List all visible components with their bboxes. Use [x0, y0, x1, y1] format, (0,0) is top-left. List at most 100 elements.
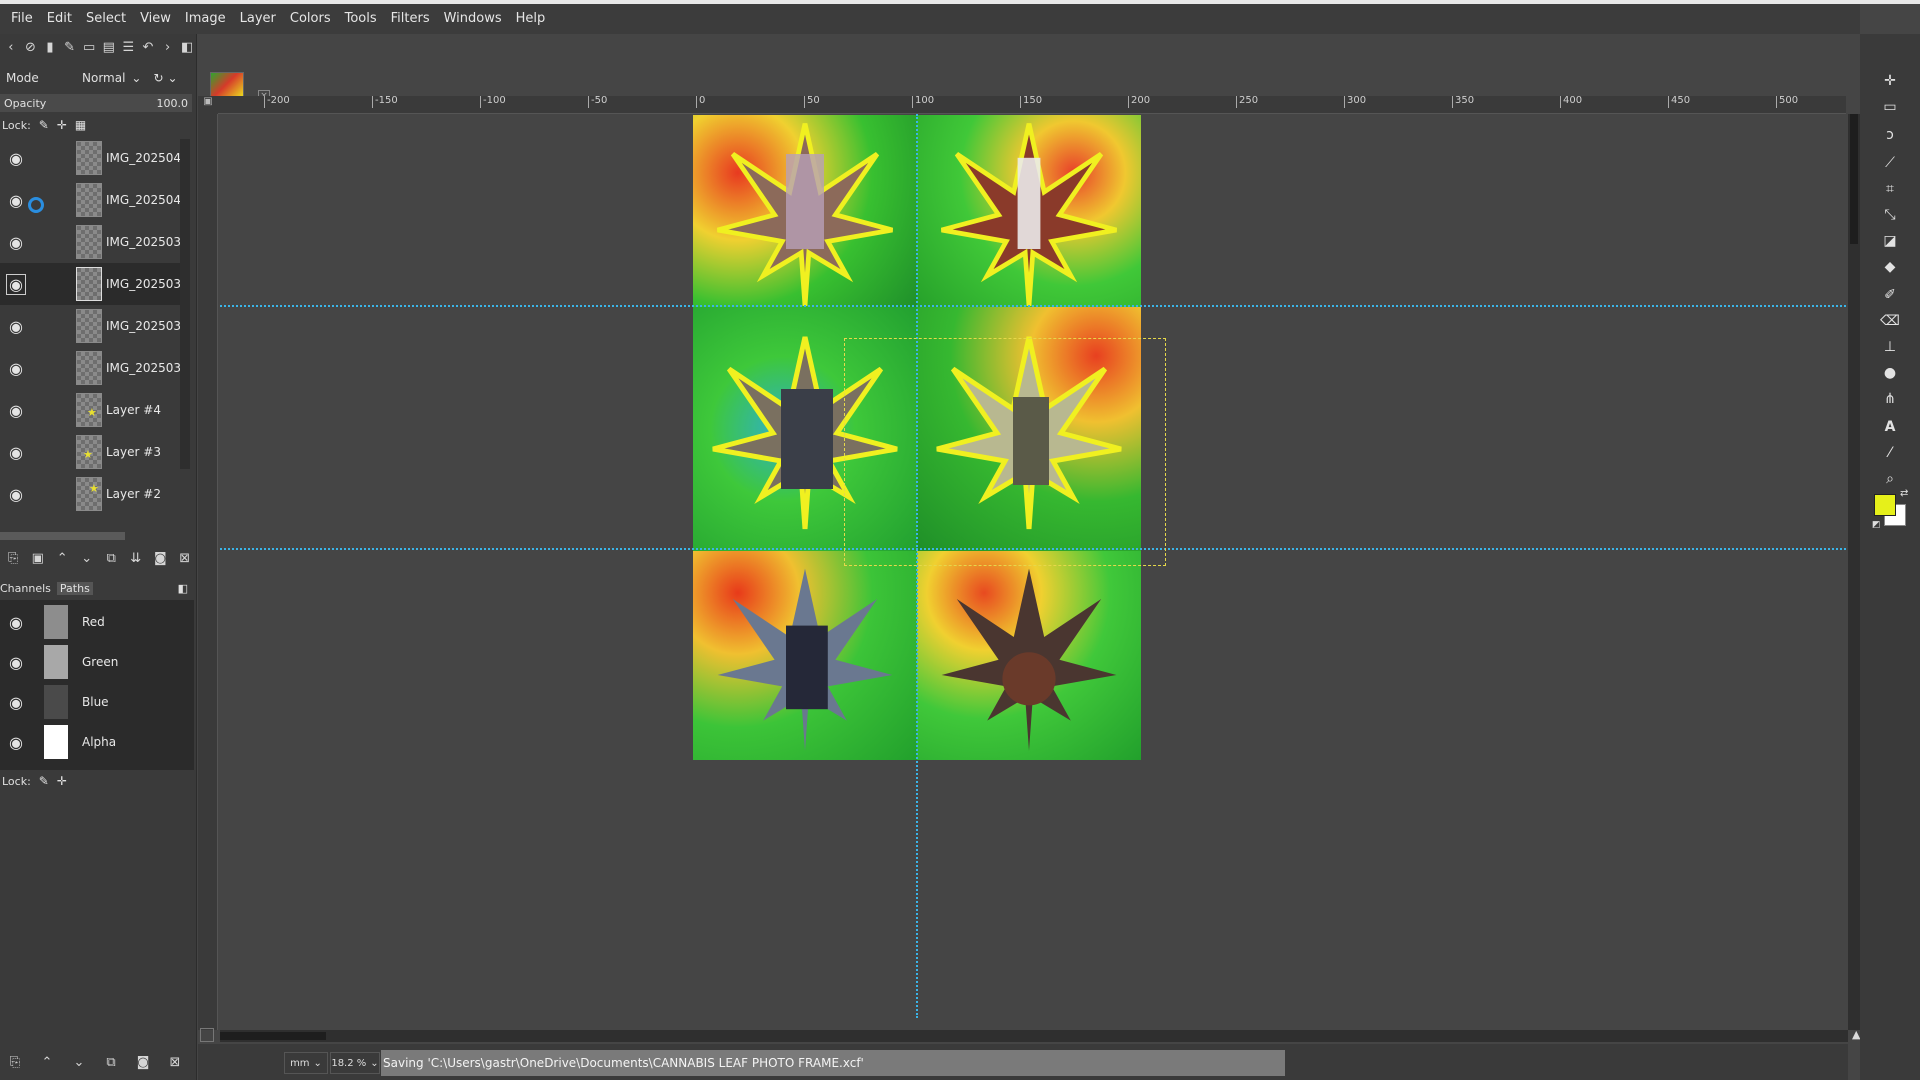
tab-channels[interactable]: Channels [0, 582, 51, 595]
default-colors-icon[interactable]: ◩ [1872, 520, 1881, 530]
paths-tool-icon[interactable]: ⋔ [1878, 388, 1902, 410]
channel-row[interactable]: ◉ Green [0, 642, 193, 682]
zoom-select[interactable]: 18.2 % ⌄ [330, 1052, 380, 1074]
eraser-tool-icon[interactable]: ⌫ [1878, 310, 1902, 332]
lock-pixels-icon[interactable]: ✎ [39, 774, 49, 788]
unit-select[interactable]: mm ⌄ [284, 1052, 328, 1074]
eye-icon[interactable]: ◉ [0, 682, 32, 722]
lock-pixels-icon[interactable]: ✎ [39, 118, 49, 132]
images-tab-icon[interactable]: ▤ [100, 36, 118, 58]
menu-layer[interactable]: Layer [233, 4, 283, 34]
smudge-tool-icon[interactable]: ● [1878, 362, 1902, 384]
channel-row[interactable]: ◉ Blue [0, 682, 193, 722]
menu-help[interactable]: Help [509, 4, 553, 34]
zoom-toggle-icon[interactable] [200, 1028, 214, 1042]
delete-layer-icon[interactable]: ⊠ [176, 547, 195, 569]
eye-icon[interactable]: ◉ [0, 263, 32, 305]
zoom-tool-icon[interactable]: ⌕ [1878, 468, 1902, 490]
hscroll-thumb[interactable] [220, 1032, 326, 1040]
move-tool-icon[interactable]: ✛ [1878, 70, 1902, 92]
layers-vscroll[interactable] [180, 139, 190, 469]
lock-alpha-icon[interactable]: ▦ [75, 118, 86, 132]
new-layer-icon[interactable]: ⎘ [4, 547, 23, 569]
vscroll-thumb[interactable] [1850, 114, 1858, 244]
lock-position-icon[interactable]: ✛ [57, 118, 67, 132]
bucket-fill-tool-icon[interactable]: ◆ [1878, 256, 1902, 278]
eye-icon[interactable]: ◉ [0, 347, 32, 389]
raise-channel-icon[interactable]: ⌃ [36, 1051, 58, 1073]
channel-to-selection-icon[interactable]: ◙ [132, 1051, 154, 1073]
layer-row[interactable]: ◉ IMG_202503 [0, 221, 183, 263]
unified-transform-tool-icon[interactable]: ⤡ [1878, 204, 1902, 226]
chevron-down-icon[interactable]: ⌄ [168, 71, 178, 85]
layer-row-selected[interactable]: ◉ IMG_202503 [0, 263, 183, 305]
eye-icon[interactable]: ◉ [0, 179, 32, 221]
crop-tool-icon[interactable]: ⌗ [1878, 178, 1902, 200]
layers-hscroll-thumb[interactable] [0, 532, 125, 540]
tab-paths[interactable]: Paths [56, 581, 93, 595]
menu-image[interactable]: Image [178, 4, 233, 34]
layer-row[interactable]: ◉ ★ Layer #3 [0, 431, 183, 473]
channel-row[interactable]: ◉ Alpha [0, 722, 193, 762]
foreground-color-swatch[interactable] [1874, 494, 1896, 516]
free-select-tool-icon[interactable]: ↄ [1878, 124, 1902, 146]
chevron-down-icon[interactable]: ⌄ [131, 71, 141, 85]
horizontal-guide[interactable] [220, 305, 1846, 307]
fuzzy-select-tool-icon[interactable]: ⟋ [1878, 152, 1902, 174]
eye-icon[interactable]: ◉ [0, 137, 32, 179]
eye-icon[interactable]: ◉ [0, 389, 32, 431]
layer-row[interactable]: ◉ IMG_202504 [0, 179, 183, 221]
duplicate-layer-icon[interactable]: ⧉ [102, 547, 121, 569]
eye-icon[interactable]: ◉ [0, 431, 32, 473]
menu-filters[interactable]: Filters [384, 4, 437, 34]
layer-row[interactable]: ◉ ★ Layer #2 [0, 473, 183, 515]
warp-transform-tool-icon[interactable]: ◪ [1878, 230, 1902, 252]
menu-file[interactable]: File [4, 4, 40, 34]
menu-edit[interactable]: Edit [40, 4, 79, 34]
merge-layer-icon[interactable]: ⇊ [127, 547, 146, 569]
chevron-right-icon[interactable]: › [159, 36, 177, 58]
color-picker-tool-icon[interactable]: ⁄ [1878, 442, 1902, 464]
display-tab-icon[interactable]: ▭ [80, 36, 98, 58]
eye-icon[interactable]: ◉ [0, 305, 32, 347]
vertical-ruler[interactable] [198, 114, 218, 1030]
layers-tab-icon[interactable]: ☰ [120, 36, 138, 58]
tool-options-tab-icon[interactable]: ⊘ [22, 36, 40, 58]
reset-mode-icon[interactable]: ↻ [153, 71, 163, 85]
eye-icon[interactable]: ◉ [0, 642, 32, 682]
eye-icon[interactable]: ◉ [0, 602, 32, 642]
text-tool-icon[interactable]: A [1878, 416, 1902, 438]
menu-windows[interactable]: Windows [437, 4, 509, 34]
canvas-vscroll[interactable] [1848, 114, 1860, 1030]
rect-select-tool-icon[interactable]: ▭ [1878, 96, 1902, 118]
raise-layer-icon[interactable]: ⌃ [53, 547, 72, 569]
menu-select[interactable]: Select [79, 4, 133, 34]
mode-select[interactable]: Normal [82, 71, 125, 85]
paintbrush-tool-icon[interactable]: ✐ [1878, 284, 1902, 306]
layer-row[interactable]: ◉ IMG_202504 [0, 137, 183, 179]
eye-icon[interactable]: ◉ [0, 722, 32, 762]
menu-colors[interactable]: Colors [283, 4, 338, 34]
quick-mask-toggle-icon[interactable]: ▣ [198, 96, 218, 114]
canvas-hscroll[interactable] [220, 1030, 1848, 1042]
clone-tool-icon[interactable]: ⊥ [1878, 336, 1902, 358]
horizontal-ruler[interactable]: -200 -150 -100 -50 0 50 100 150 200 250 300 350 400 4… [218, 96, 1846, 114]
layer-row[interactable]: ◉ ★ Layer #4 [0, 389, 183, 431]
layer-mask-icon[interactable]: ◙ [151, 547, 170, 569]
vertical-guide[interactable] [916, 114, 918, 1018]
delete-channel-icon[interactable]: ⊠ [164, 1051, 186, 1073]
channel-row[interactable]: ◉ Red [0, 602, 193, 642]
lower-layer-icon[interactable]: ⌄ [78, 547, 97, 569]
dock-menu-icon[interactable]: ◧ [178, 36, 196, 58]
chevron-left-icon[interactable]: ‹ [2, 36, 20, 58]
brushes-tab-icon[interactable]: ▮ [41, 36, 59, 58]
lock-position-icon[interactable]: ✛ [57, 774, 67, 788]
menu-view[interactable]: View [133, 4, 178, 34]
layer-row[interactable]: ◉ IMG_202503 [0, 347, 183, 389]
new-channel-icon[interactable]: ⎘ [4, 1051, 26, 1073]
paint-tab-icon[interactable]: ✎ [61, 36, 79, 58]
eye-icon[interactable]: ◉ [0, 221, 32, 263]
new-layer-group-icon[interactable]: ▣ [29, 547, 48, 569]
lower-channel-icon[interactable]: ⌄ [68, 1051, 90, 1073]
dock-menu-icon[interactable]: ◧ [178, 582, 188, 595]
